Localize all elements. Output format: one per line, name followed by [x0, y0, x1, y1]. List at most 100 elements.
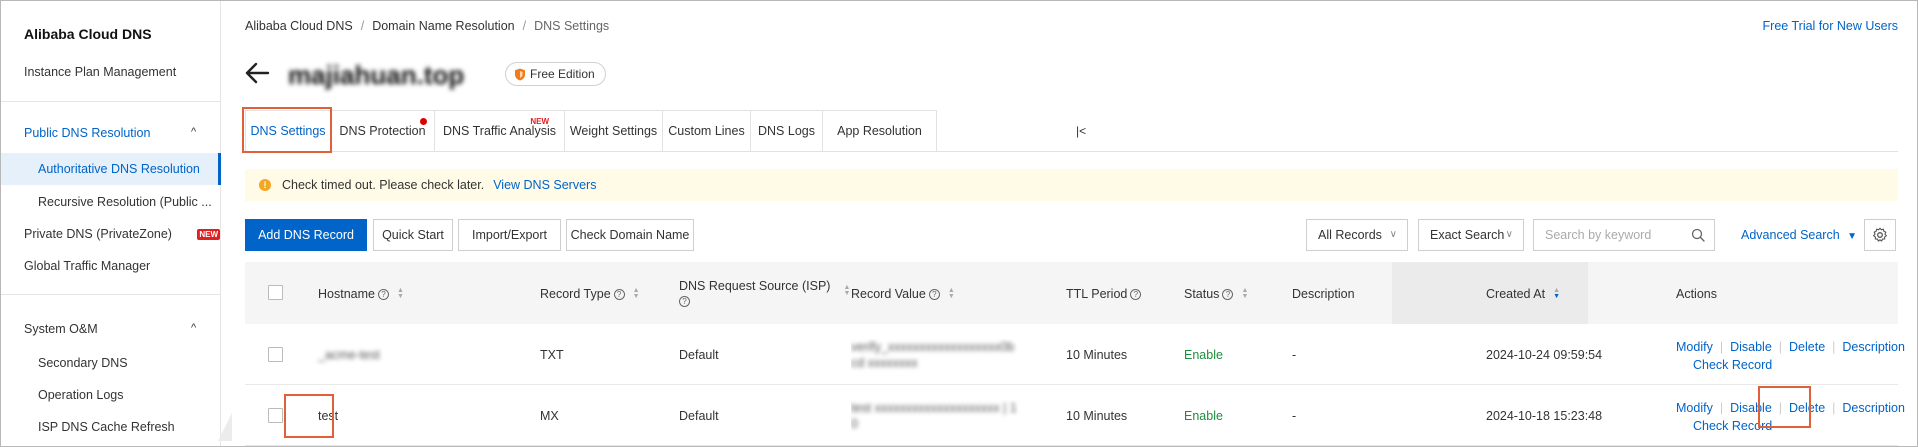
- breadcrumb-item[interactable]: Alibaba Cloud DNS: [245, 19, 353, 33]
- column-header-description: Description: [1292, 287, 1355, 301]
- search-mode-select[interactable]: Exact Search ∨: [1418, 219, 1524, 251]
- back-arrow-icon[interactable]: [244, 60, 270, 86]
- column-header-ttl[interactable]: TTL Period ?: [1066, 287, 1142, 301]
- breadcrumb-item-current: DNS Settings: [534, 19, 610, 33]
- edition-label: Free Edition: [530, 67, 595, 81]
- row-checkbox[interactable]: [268, 347, 283, 362]
- column-header-status[interactable]: Status ? ▲ ▼: [1184, 287, 1248, 301]
- action-separator: |: [1719, 401, 1724, 415]
- sort-icon[interactable]: ▲ ▼: [948, 287, 955, 300]
- table-row: test MX Default test xxxxxxxxxxxxxxxxxxx…: [245, 385, 1905, 446]
- column-label: Actions: [1676, 287, 1717, 301]
- advanced-search-toggle[interactable]: Advanced Search ▼: [1741, 228, 1857, 242]
- tab-dns-protection[interactable]: DNS Protection: [331, 110, 435, 152]
- help-icon[interactable]: ?: [377, 288, 389, 300]
- sidebar-divider: [1, 101, 220, 102]
- sidebar-item-secondary-dns[interactable]: Secondary DNS: [38, 356, 128, 370]
- help-icon[interactable]: ?: [679, 296, 690, 307]
- sidebar-item-gtm[interactable]: Global Traffic Manager: [24, 259, 150, 273]
- disable-link[interactable]: Disable: [1730, 401, 1772, 415]
- check-record-link[interactable]: Check Record: [1693, 419, 1772, 433]
- tab-dns-traffic-analysis[interactable]: DNS Traffic Analysis NEW: [435, 110, 565, 152]
- record-type-cell: TXT: [540, 348, 564, 362]
- ttl-cell: 10 Minutes: [1066, 409, 1128, 423]
- description-link[interactable]: Description: [1842, 340, 1905, 354]
- action-separator: |: [1778, 401, 1783, 415]
- sort-icon[interactable]: ▲ ▼: [1241, 287, 1248, 300]
- help-icon[interactable]: ?: [928, 288, 940, 300]
- check-record-link[interactable]: Check Record: [1693, 358, 1772, 372]
- action-separator: |: [1832, 340, 1836, 354]
- modify-link[interactable]: Modify: [1676, 340, 1713, 354]
- action-separator: |: [1778, 340, 1783, 354]
- sidebar-section-public-dns[interactable]: Public DNS Resolution: [24, 126, 150, 140]
- column-header-hostname[interactable]: Hostname ? ▲ ▼: [318, 287, 404, 301]
- help-icon[interactable]: ?: [1222, 288, 1234, 300]
- chevron-down-icon: ∨: [1389, 229, 1397, 240]
- sort-icon[interactable]: ▲ ▼: [1553, 287, 1560, 300]
- column-header-record-type[interactable]: Record Type ? ▲ ▼: [540, 287, 640, 301]
- sidebar: Alibaba Cloud DNS Instance Plan Manageme…: [1, 1, 221, 446]
- alert-message: Check timed out. Please check later.: [282, 178, 485, 192]
- tab-dns-settings[interactable]: DNS Settings: [245, 110, 331, 152]
- status-badge: Enable: [1184, 409, 1223, 423]
- free-trial-link[interactable]: Free Trial for New Users: [1763, 19, 1898, 33]
- settings-button[interactable]: [1864, 219, 1896, 251]
- sort-icon[interactable]: ▲ ▼: [397, 287, 404, 300]
- created-at-cell: 2024-10-24 09:59:54: [1486, 348, 1603, 362]
- new-badge: NEW: [197, 229, 220, 240]
- help-icon[interactable]: ?: [1130, 288, 1142, 300]
- search-box: [1533, 219, 1715, 251]
- tab-label: Weight Settings: [569, 124, 658, 138]
- check-domain-name-button[interactable]: Check Domain Name: [566, 219, 694, 251]
- column-label: Record Value: [851, 287, 926, 301]
- column-label: Created At: [1486, 287, 1546, 301]
- sidebar-item-recursive[interactable]: Recursive Resolution (Public ...: [38, 195, 212, 209]
- breadcrumb: Alibaba Cloud DNS / Domain Name Resolution…: [245, 19, 609, 33]
- select-all-checkbox[interactable]: [268, 285, 283, 300]
- chevron-up-icon[interactable]: ^: [191, 322, 196, 334]
- sidebar-item-instance-plan[interactable]: Instance Plan Management: [24, 65, 176, 79]
- add-dns-record-button[interactable]: Add DNS Record: [245, 219, 367, 251]
- tab-custom-lines[interactable]: Custom Lines: [663, 110, 751, 152]
- tab-app-resolution[interactable]: App Resolution: [823, 110, 937, 152]
- tab-collapse-icon[interactable]: |<: [1076, 124, 1086, 138]
- column-header-created-at[interactable]: Created At ▲ ▼: [1486, 287, 1560, 301]
- chevron-up-icon[interactable]: ^: [191, 126, 196, 138]
- quick-start-button[interactable]: Quick Start: [373, 219, 453, 251]
- new-badge: NEW: [530, 117, 549, 126]
- row-checkbox[interactable]: [268, 408, 283, 423]
- sidebar-section-system-om[interactable]: System O&M: [24, 322, 98, 336]
- hostname-cell: _acme-test: [318, 348, 380, 362]
- tab-weight-settings[interactable]: Weight Settings: [565, 110, 663, 152]
- delete-link[interactable]: Delete: [1789, 401, 1825, 415]
- modify-link[interactable]: Modify: [1676, 401, 1713, 415]
- search-icon[interactable]: [1691, 228, 1705, 242]
- help-icon[interactable]: ?: [613, 288, 625, 300]
- delete-link[interactable]: Delete: [1789, 340, 1825, 354]
- tabs-divider: [245, 151, 1898, 152]
- sort-icon[interactable]: ▲ ▼: [633, 287, 640, 300]
- description-link[interactable]: Description: [1842, 401, 1905, 415]
- breadcrumb-item[interactable]: Domain Name Resolution: [372, 19, 514, 33]
- sidebar-item-private-dns[interactable]: Private DNS (PrivateZone) NEW: [24, 227, 220, 241]
- search-input[interactable]: [1534, 220, 1684, 250]
- row-actions: Modify | Disable | Delete | Description Check …: [1676, 338, 1905, 374]
- sidebar-item-authoritative[interactable]: Authoritative DNS Resolution: [1, 153, 221, 185]
- sort-icon[interactable]: ▲ ▼: [843, 284, 850, 297]
- sidebar-divider: [1, 294, 220, 295]
- breadcrumb-separator: /: [522, 19, 527, 33]
- column-header-record-value[interactable]: Record Value ? ▲ ▼: [851, 287, 955, 301]
- tab-label: Custom Lines: [668, 124, 745, 138]
- main-content: Alibaba Cloud DNS / Domain Name Resolution…: [222, 0, 1918, 447]
- column-label: Description: [1292, 287, 1355, 301]
- disable-link[interactable]: Disable: [1730, 340, 1772, 354]
- column-header-request-source[interactable]: DNS Request Source (ISP) ? ▲ ▼: [679, 279, 850, 307]
- sidebar-item-isp-cache[interactable]: ISP DNS Cache Refresh: [38, 420, 175, 434]
- tab-dns-logs[interactable]: DNS Logs: [751, 110, 823, 152]
- sidebar-item-operation-logs[interactable]: Operation Logs: [38, 388, 123, 402]
- record-filter-select[interactable]: All Records ∨: [1306, 219, 1408, 251]
- import-export-button[interactable]: Import/Export: [458, 219, 561, 251]
- view-dns-servers-link[interactable]: View DNS Servers: [493, 178, 596, 192]
- advanced-search-label: Advanced Search: [1741, 228, 1840, 242]
